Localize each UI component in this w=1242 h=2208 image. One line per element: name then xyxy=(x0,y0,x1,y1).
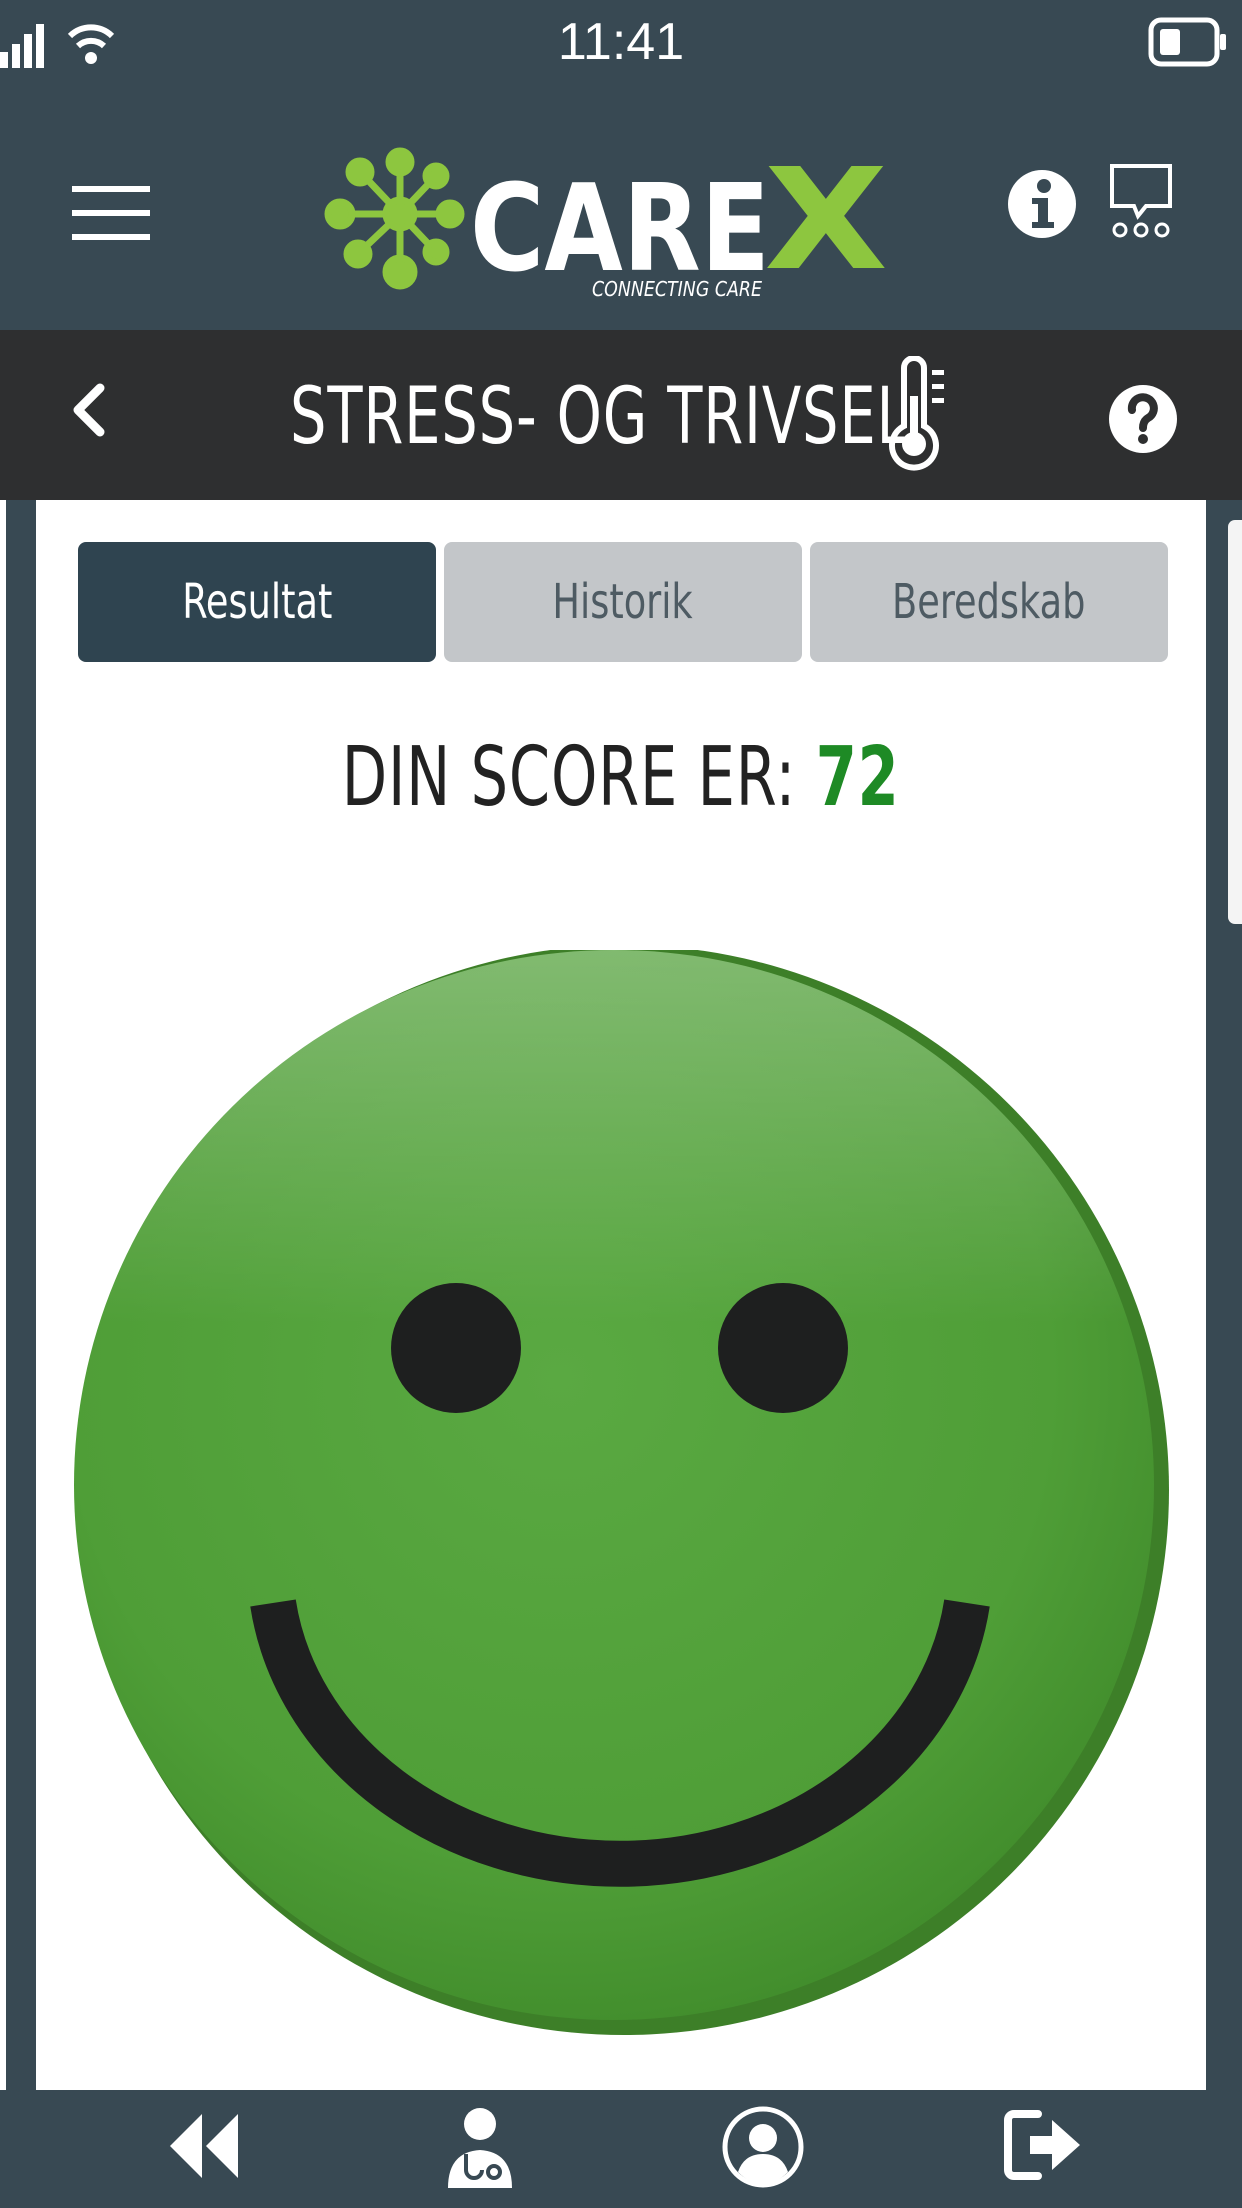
bottom-nav xyxy=(0,2090,1242,2208)
logout-icon[interactable] xyxy=(1004,2106,1084,2184)
help-icon[interactable] xyxy=(1108,384,1178,454)
happy-smiley-icon xyxy=(74,950,1169,2035)
back-chevron-icon[interactable] xyxy=(68,382,108,438)
page-title: STRESS- OG TRIVSEL xyxy=(290,372,910,462)
doctor-icon[interactable] xyxy=(444,2106,516,2190)
left-edge xyxy=(0,500,6,2090)
tab-resultat[interactable]: Resultat xyxy=(78,542,436,662)
score-value: 72 xyxy=(816,730,900,825)
thermometer-icon xyxy=(889,356,944,471)
carex-logo-graphic: CARE X CONNECTING CARE xyxy=(324,139,888,302)
carex-logo: CARE X CONNECTING CARE xyxy=(318,139,902,302)
status-bar: 11:41 xyxy=(0,0,1242,98)
app-header: CARE X CONNECTING CARE xyxy=(0,98,1242,330)
profile-icon[interactable] xyxy=(722,2106,804,2188)
info-icon[interactable] xyxy=(1006,168,1078,240)
score-display: DIN SCORE ER: 72 xyxy=(36,730,1206,825)
tab-label: Historik xyxy=(552,574,694,630)
tab-label: Beredskab xyxy=(892,574,1086,630)
tab-label: Resultat xyxy=(181,574,333,630)
battery-icon xyxy=(1148,17,1226,67)
hamburger-menu-icon[interactable] xyxy=(72,182,152,246)
score-label: DIN SCORE ER: xyxy=(342,730,797,825)
svg-text:X: X xyxy=(764,146,888,302)
rewind-icon[interactable] xyxy=(164,2106,242,2186)
svg-text:CONNECTING CARE: CONNECTING CARE xyxy=(592,277,762,301)
status-time: 11:41 xyxy=(557,13,685,71)
result-panel: Resultat Historik Beredskab DIN SCORE ER… xyxy=(36,500,1206,2090)
tab-beredskab[interactable]: Beredskab xyxy=(810,542,1168,662)
tab-historik[interactable]: Historik xyxy=(444,542,802,662)
tab-bar: Resultat Historik Beredskab xyxy=(78,542,1168,662)
chat-icon[interactable] xyxy=(1108,162,1174,242)
scrollbar-thumb[interactable] xyxy=(1228,520,1242,924)
title-bar: STRESS- OG TRIVSEL xyxy=(0,330,1242,500)
